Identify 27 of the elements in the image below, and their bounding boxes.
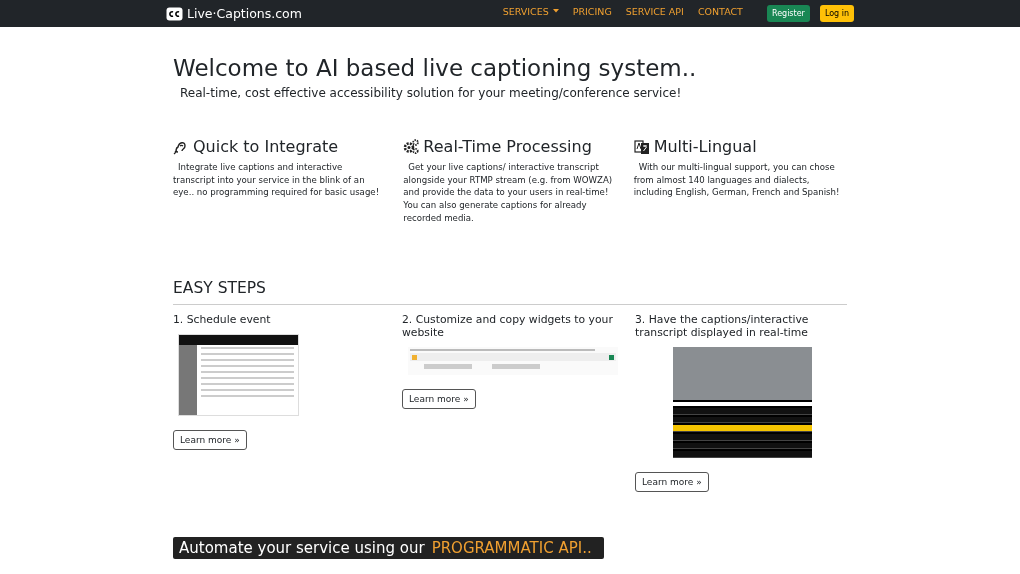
feature-title: Multi-Lingual (653, 137, 757, 156)
section-heading: EASY STEPS (173, 279, 267, 297)
language-icon (633, 138, 650, 155)
hero-title: Welcome to AI based live captioning system.. (173, 54, 698, 82)
nav-link[interactable]: PRICING (572, 5, 612, 17)
step-title: 2. Customize and copy widgets to your website (402, 313, 614, 339)
nav-link[interactable]: CONTACT (697, 5, 743, 17)
feature-text: Get your live captions/ interactive transcript alongside your RTMP stream (e.g. from WOWZA) and provide the data to your users in real-time! You can also generate captions for already recorded media. (403, 161, 614, 225)
nav-link[interactable]: SERVICE API (625, 5, 684, 17)
programmatic-api-link[interactable]: PROGRAMMATIC API.. (431, 539, 592, 557)
feature-text: With our multi-lingual support, you can chose from almost 140 languages and dialects, including English, German, French and Spanish! (633, 161, 841, 200)
learn-more-button[interactable]: Learn more » (173, 430, 247, 450)
api-banner-text: Automate your service using our (179, 539, 425, 557)
cc-logo-icon (166, 6, 183, 21)
step-title: 3. Have the captions/interactive transcript displayed in real-time (635, 313, 810, 339)
feature-title: Real-Time Processing (423, 137, 592, 156)
feature-text: Integrate live captions and interactive transcript into your service in the blink of an eye.. no programming required for basic usage! (173, 161, 381, 200)
login-button[interactable]: Log in (819, 5, 854, 22)
register-button[interactable]: Register (766, 5, 810, 22)
learn-more-button[interactable]: Learn more » (402, 389, 476, 409)
caret-icon (552, 9, 559, 13)
feature-title: Quick to Integrate (193, 137, 339, 156)
nav-link[interactable]: SERVICES (502, 5, 559, 17)
hero-subtitle: Real-time, cost effective accessibility solution for your meeting/conference service! (180, 86, 683, 100)
brand-name[interactable]: Live·Captions.com (187, 6, 302, 21)
learn-more-button[interactable]: Learn more » (635, 472, 709, 492)
step-title: 1. Schedule event (173, 313, 272, 326)
